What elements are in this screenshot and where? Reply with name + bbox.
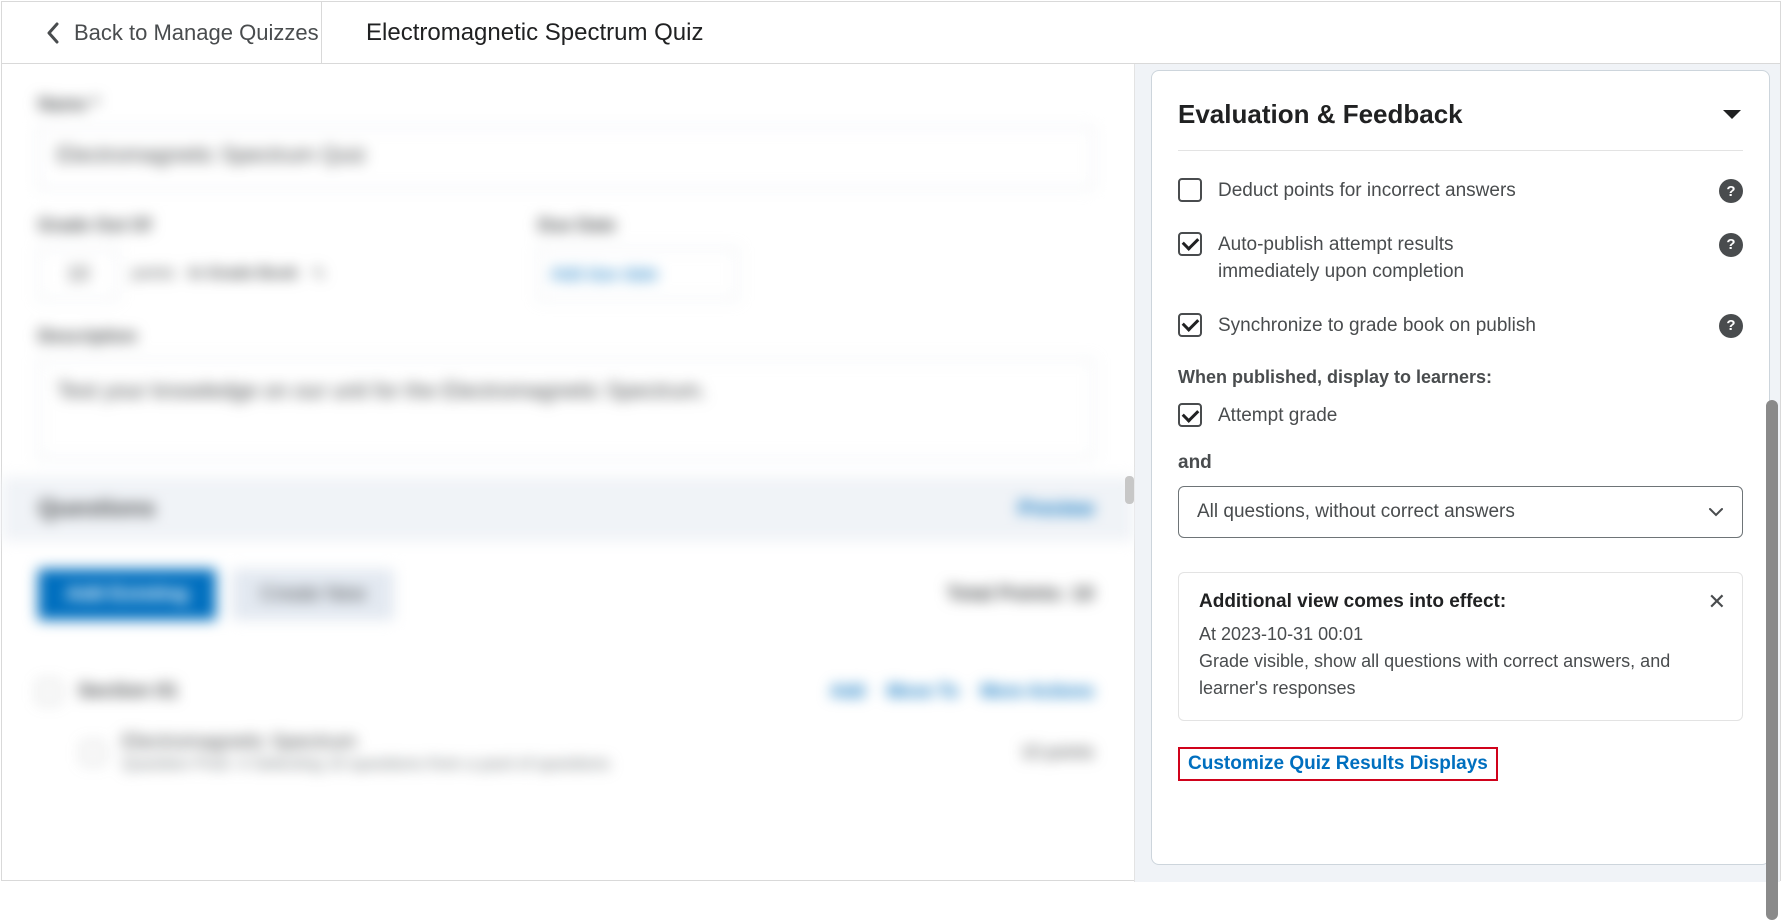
display-to-learners-label: When published, display to learners: bbox=[1178, 367, 1743, 388]
page-title: Electromagnetic Spectrum Quiz bbox=[366, 19, 703, 47]
sync-gradebook-label: Synchronize to grade book on publish bbox=[1218, 312, 1536, 340]
create-new-button[interactable]: Create New bbox=[232, 569, 394, 620]
attempt-grade-checkbox[interactable] bbox=[1178, 403, 1202, 427]
due-date-label: Due Date bbox=[538, 215, 1094, 236]
due-date-input[interactable]: Add due date bbox=[538, 248, 738, 300]
total-points-label: Total Points: 10 bbox=[947, 583, 1094, 606]
card-title: Additional view comes into effect: bbox=[1199, 591, 1722, 613]
question-pool-row: Electromagnetic Spectrum Question Pool: … bbox=[38, 731, 1094, 774]
section-link-more[interactable]: More Actions bbox=[981, 681, 1094, 702]
deduct-points-checkbox[interactable] bbox=[1178, 178, 1202, 202]
section-link-moveto[interactable]: Move To bbox=[887, 681, 959, 702]
sync-gradebook-checkbox[interactable] bbox=[1178, 313, 1202, 337]
left-scrollbar[interactable] bbox=[1125, 476, 1134, 504]
page-title-section: Electromagnetic Spectrum Quiz bbox=[322, 2, 1780, 63]
help-icon[interactable]: ? bbox=[1719, 233, 1743, 257]
deduct-points-label: Deduct points for incorrect answers bbox=[1218, 177, 1516, 205]
in-gradebook-toggle[interactable]: In Grade Book bbox=[189, 265, 298, 283]
chevron-down-icon bbox=[1708, 501, 1724, 523]
evaluation-feedback-panel: Evaluation & Feedback Deduct points for … bbox=[1151, 70, 1770, 865]
grade-out-of-label: Grade Out Of bbox=[38, 215, 468, 236]
attempt-grade-label: Attempt grade bbox=[1218, 402, 1337, 430]
edit-icon[interactable]: ✎ bbox=[312, 264, 325, 284]
questions-display-select[interactable]: All questions, without correct answers bbox=[1178, 486, 1743, 538]
name-label: Name * bbox=[38, 94, 1094, 115]
card-date: At 2023-10-31 00:01 bbox=[1199, 621, 1722, 648]
question-title: Electromagnetic Spectrum bbox=[122, 731, 610, 754]
sync-gradebook-option: Synchronize to grade book on publish ? bbox=[1178, 312, 1743, 340]
auto-publish-label: Auto-publish attempt results immediately… bbox=[1218, 231, 1548, 286]
close-icon[interactable]: ✕ bbox=[1708, 589, 1726, 615]
grade-points-input[interactable]: 10 bbox=[38, 248, 118, 300]
select-value: All questions, without correct answers bbox=[1197, 501, 1515, 523]
questions-header-bar: Questions Preview bbox=[2, 477, 1134, 541]
right-scrollbar[interactable] bbox=[1766, 400, 1778, 920]
attempt-grade-option: Attempt grade bbox=[1178, 402, 1743, 430]
top-bar: Back to Manage Quizzes Electromagnetic S… bbox=[2, 2, 1780, 64]
description-input[interactable]: Test your knowledge on our unit for the … bbox=[38, 359, 1094, 459]
back-to-manage-quizzes[interactable]: Back to Manage Quizzes bbox=[2, 2, 322, 63]
main-form-area: Name * Electromagnetic Spectrum Quiz Gra… bbox=[2, 64, 1135, 882]
description-label: Description bbox=[38, 326, 1094, 347]
questions-title: Questions bbox=[38, 495, 155, 523]
question-subtext: Question Pool: 4 Selecting 10 questions … bbox=[122, 754, 610, 774]
question-checkbox[interactable] bbox=[82, 742, 104, 764]
section-row: Section 01 Add Move To More Actions bbox=[38, 680, 1094, 703]
preview-link[interactable]: Preview bbox=[1018, 498, 1094, 521]
add-existing-button[interactable]: Add Existing bbox=[38, 569, 216, 620]
auto-publish-option: Auto-publish attempt results immediately… bbox=[1178, 231, 1743, 286]
auto-publish-checkbox[interactable] bbox=[1178, 232, 1202, 256]
question-points: 10 points bbox=[1021, 742, 1094, 763]
help-icon[interactable]: ? bbox=[1719, 179, 1743, 203]
additional-view-card: ✕ Additional view comes into effect: At … bbox=[1178, 572, 1743, 721]
help-icon[interactable]: ? bbox=[1719, 314, 1743, 338]
and-label: and bbox=[1178, 452, 1743, 474]
card-description: Grade visible, show all questions with c… bbox=[1199, 648, 1722, 702]
points-unit: points bbox=[132, 265, 175, 283]
name-input[interactable]: Electromagnetic Spectrum Quiz bbox=[38, 127, 1094, 189]
panel-header[interactable]: Evaluation & Feedback bbox=[1178, 99, 1743, 151]
chevron-left-icon bbox=[46, 22, 60, 44]
deduct-points-option: Deduct points for incorrect answers ? bbox=[1178, 177, 1743, 205]
section-label: Section 01 bbox=[78, 680, 178, 703]
section-link-add[interactable]: Add bbox=[830, 681, 865, 702]
caret-down-icon bbox=[1721, 108, 1743, 122]
back-label: Back to Manage Quizzes bbox=[74, 20, 319, 46]
section-checkbox[interactable] bbox=[38, 681, 60, 703]
panel-title: Evaluation & Feedback bbox=[1178, 99, 1463, 130]
customize-quiz-results-link[interactable]: Customize Quiz Results Displays bbox=[1178, 747, 1498, 781]
right-sidebar: Evaluation & Feedback Deduct points for … bbox=[1135, 64, 1780, 882]
